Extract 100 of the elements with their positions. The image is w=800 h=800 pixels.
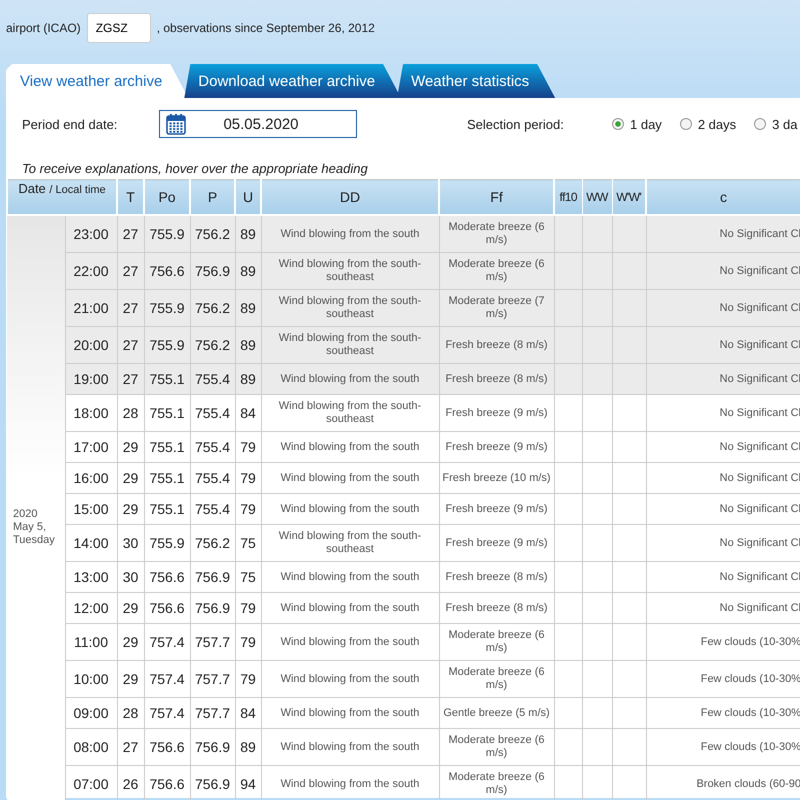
table-cell: No Significant Cl xyxy=(646,326,800,364)
table-cell: 755.1 xyxy=(144,432,190,462)
table-cell: Fresh breeze (9 m/s) xyxy=(439,394,554,432)
period-end-label: Period end date: xyxy=(22,116,118,132)
time-cell: 10:00 xyxy=(65,660,117,698)
table-cell: 757.7 xyxy=(190,624,235,660)
table-cell: 755.1 xyxy=(144,394,190,432)
observations-since-text: , observations since September 26, 2012 xyxy=(156,21,375,35)
table-cell: Wind blowing from the south xyxy=(261,592,439,624)
table-cell: 75 xyxy=(235,524,261,562)
table-cell: Moderate breeze (6 m/s) xyxy=(439,660,554,698)
column-header[interactable]: Ff xyxy=(439,180,554,215)
table-cell: Wind blowing from the south xyxy=(261,562,439,592)
calendar-icon[interactable] xyxy=(166,113,186,135)
column-header[interactable]: T xyxy=(117,180,144,215)
time-cell: 09:00 xyxy=(65,698,117,728)
period-radio[interactable]: 3 da xyxy=(754,116,798,132)
table-cell: 84 xyxy=(235,394,261,432)
table-cell: 756.6 xyxy=(144,728,190,766)
table-cell: 84 xyxy=(235,698,261,728)
table-cell: 756.9 xyxy=(190,252,235,290)
table-cell: Wind blowing from the south xyxy=(261,432,439,462)
table-cell: Fresh breeze (9 m/s) xyxy=(439,524,554,562)
table-cell: Wind blowing from the south-southeast xyxy=(261,290,439,326)
table-cell: 755.1 xyxy=(144,462,190,494)
time-cell: 08:00 xyxy=(65,728,117,766)
radio-circle-icon[interactable] xyxy=(680,118,692,130)
column-header[interactable]: P xyxy=(190,180,235,215)
table-cell: 755.4 xyxy=(190,394,235,432)
table-cell: 755.9 xyxy=(144,326,190,364)
date-field[interactable]: 05.05.2020 xyxy=(159,110,357,138)
table-cell: Moderate breeze (6 m/s) xyxy=(439,728,554,766)
column-header[interactable]: Po xyxy=(144,180,190,215)
table-cell: Fresh breeze (10 m/s) xyxy=(439,462,554,494)
table-cell: Wind blowing from the south xyxy=(261,624,439,660)
table-cell: Wind blowing from the south-southeast xyxy=(261,326,439,364)
table-cell: 79 xyxy=(235,660,261,698)
table-cell: Gentle breeze (5 m/s) xyxy=(439,698,554,728)
table-cell: 755.9 xyxy=(144,524,190,562)
time-cell: 14:00 xyxy=(65,524,117,562)
table-cell: 89 xyxy=(235,326,261,364)
table-cell: Fresh breeze (8 m/s) xyxy=(439,562,554,592)
time-cell: 17:00 xyxy=(65,432,117,462)
table-cell: 756.2 xyxy=(190,215,235,252)
table-cell: 755.4 xyxy=(190,462,235,494)
time-cell: 19:00 xyxy=(65,364,117,394)
period-radio[interactable]: 2 days xyxy=(680,116,736,132)
date-column-header[interactable]: Date / Local time xyxy=(7,180,117,215)
table-cell: 75 xyxy=(235,562,261,592)
table-cell: 27 xyxy=(117,364,144,394)
table-cell: 757.4 xyxy=(144,624,190,660)
table-cell: 756.6 xyxy=(144,252,190,290)
table-cell: Wind blowing from the south xyxy=(261,215,439,252)
table-cell: 89 xyxy=(235,364,261,394)
table-cell: 29 xyxy=(117,494,144,524)
table-cell: 79 xyxy=(235,624,261,660)
period-radio[interactable]: 1 day xyxy=(612,116,662,132)
table-cell: Fresh breeze (9 m/s) xyxy=(439,494,554,524)
table-cell: Wind blowing from the south xyxy=(261,494,439,524)
table-cell: 28 xyxy=(117,698,144,728)
table-cell: 89 xyxy=(235,728,261,766)
column-header[interactable]: W'W' xyxy=(612,180,646,215)
table-cell: 79 xyxy=(235,592,261,624)
table-cell: 89 xyxy=(235,290,261,326)
table-cell: 755.4 xyxy=(190,432,235,462)
selection-period-label: Selection period: xyxy=(467,116,565,132)
table-cell: 755.9 xyxy=(144,290,190,326)
column-header[interactable]: U xyxy=(235,180,261,215)
time-cell: 23:00 xyxy=(65,215,117,252)
table-cell: 89 xyxy=(235,215,261,252)
radio-circle-icon[interactable] xyxy=(754,118,766,130)
column-header[interactable]: DD xyxy=(261,180,439,215)
column-header[interactable]: ff10 xyxy=(554,180,582,215)
table-cell: 755.4 xyxy=(190,364,235,394)
table-cell: 27 xyxy=(117,728,144,766)
table-cell: 29 xyxy=(117,462,144,494)
icao-input[interactable]: ZGSZ xyxy=(86,13,151,43)
table-cell: Wind blowing from the south xyxy=(261,364,439,394)
table-cell: 756.9 xyxy=(190,562,235,592)
tab[interactable]: Weather statistics xyxy=(397,64,556,98)
table-cell: 756.6 xyxy=(144,562,190,592)
table-cell: 27 xyxy=(117,326,144,364)
table-cell: Wind blowing from the south-southeast xyxy=(261,252,439,290)
table-cell: 756.9 xyxy=(190,592,235,624)
table-cell: 756.2 xyxy=(190,290,235,326)
column-header[interactable]: c xyxy=(646,180,800,215)
table-cell: 79 xyxy=(235,494,261,524)
time-cell: 11:00 xyxy=(65,624,117,660)
table-cell: Fresh breeze (9 m/s) xyxy=(439,432,554,462)
table-cell: Wind blowing from the south xyxy=(261,462,439,494)
date-cell: 2020 May 5, Tuesday xyxy=(7,215,65,800)
table-cell: 755.9 xyxy=(144,215,190,252)
column-header[interactable]: WW xyxy=(582,180,612,215)
table-cell: Fresh breeze (8 m/s) xyxy=(439,364,554,394)
table-cell: 29 xyxy=(117,660,144,698)
table-cell: Moderate breeze (7 m/s) xyxy=(439,290,554,326)
table-cell: 30 xyxy=(117,524,144,562)
table-cell: 755.4 xyxy=(190,494,235,524)
table-cell: Fresh breeze (8 m/s) xyxy=(439,592,554,624)
radio-circle-icon[interactable] xyxy=(612,118,624,130)
